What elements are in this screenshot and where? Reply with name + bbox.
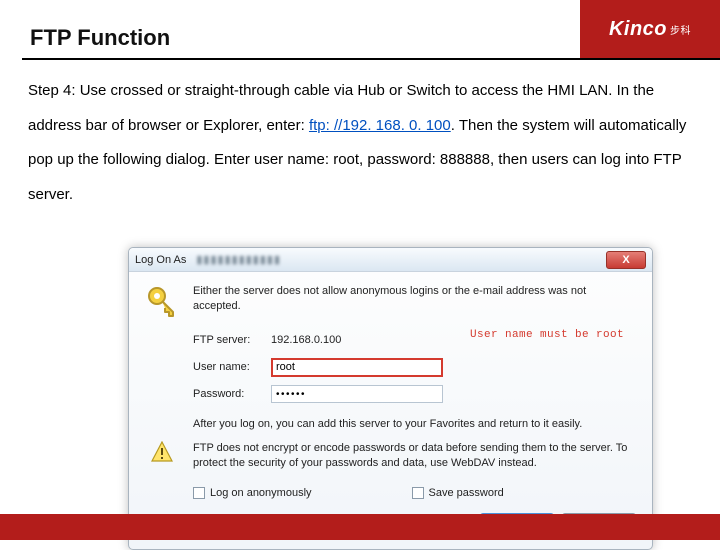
brand-sub: 步科 xyxy=(670,22,691,37)
ftp-server-label: FTP server: xyxy=(193,334,271,346)
warning-icon xyxy=(145,441,179,463)
username-input[interactable] xyxy=(271,358,443,377)
dialog-title-blurred: ▮▮▮▮▮▮▮▮▮▮▮▮ xyxy=(196,253,281,266)
password-input[interactable] xyxy=(271,385,443,403)
key-icon xyxy=(145,284,179,321)
brand-logo: Kinco 步科 xyxy=(580,0,720,58)
save-password-checkbox[interactable]: Save password xyxy=(412,487,504,499)
slide-bottom-bar xyxy=(0,514,720,540)
anon-checkbox[interactable]: Log on anonymously xyxy=(193,487,312,499)
password-label: Password: xyxy=(193,388,271,400)
brand-name: Kinco xyxy=(609,18,667,41)
dialog-titlebar[interactable]: Log On As ▮▮▮▮▮▮▮▮▮▮▮▮ X xyxy=(129,248,652,272)
save-password-label: Save password xyxy=(429,487,504,499)
ftp-link[interactable]: ftp: //192. 168. 0. 100 xyxy=(309,117,451,134)
favorites-info: After you log on, you can add this serve… xyxy=(193,417,636,431)
checkbox-icon xyxy=(412,487,424,499)
dialog-title: Log On As xyxy=(135,254,186,266)
logon-dialog: Log On As ▮▮▮▮▮▮▮▮▮▮▮▮ X Either the serv… xyxy=(128,247,653,550)
close-button[interactable]: X xyxy=(606,251,646,269)
ftp-server-value: 192.168.0.100 xyxy=(271,334,341,346)
instruction-text: Step 4: Use crossed or straight-through … xyxy=(0,60,720,212)
close-icon: X xyxy=(622,254,629,266)
username-annotation: User name must be root xyxy=(470,329,624,341)
slide-header: FTP Function Kinco 步科 xyxy=(0,0,720,60)
header-underline xyxy=(22,58,720,60)
checkbox-icon xyxy=(193,487,205,499)
anon-denied-message: Either the server does not allow anonymo… xyxy=(193,284,636,314)
security-warning: FTP does not encrypt or encode passwords… xyxy=(193,441,636,471)
username-label: User name: xyxy=(193,361,271,373)
anon-label: Log on anonymously xyxy=(210,487,312,499)
